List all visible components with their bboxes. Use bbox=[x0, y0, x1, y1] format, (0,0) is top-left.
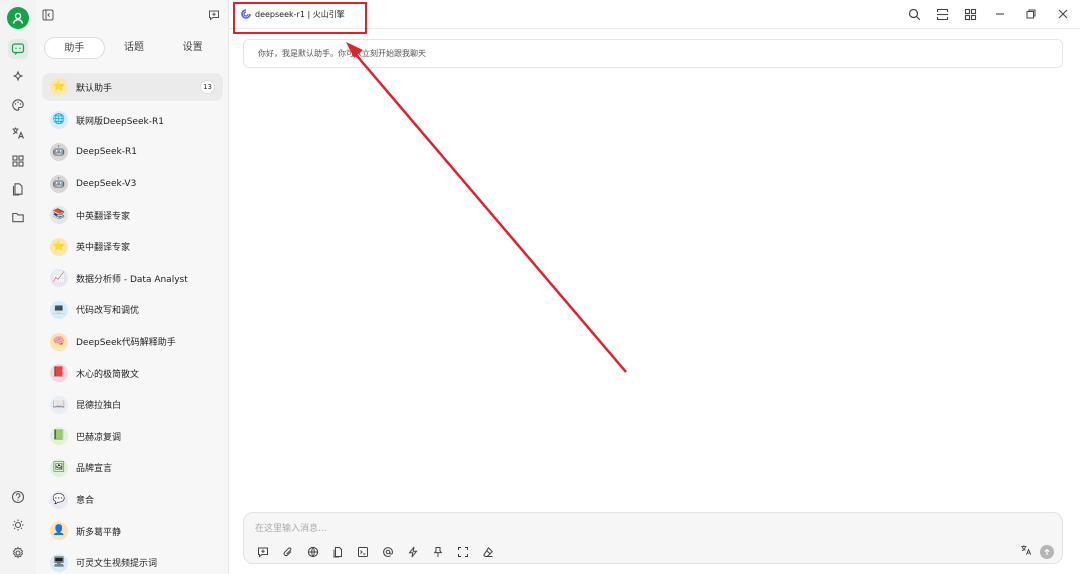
files-icon[interactable] bbox=[8, 179, 28, 199]
close-icon[interactable] bbox=[1055, 6, 1071, 22]
knowledge-base-icon[interactable] bbox=[329, 544, 347, 560]
restore-window-icon[interactable] bbox=[1023, 6, 1039, 22]
assistant-emoji-icon: 📈 bbox=[50, 269, 68, 288]
assistant-item[interactable]: ⭐ 默认助手 13 bbox=[42, 73, 223, 101]
mention-icon[interactable] bbox=[379, 544, 397, 560]
welcome-message: 你好，我是默认助手。你可以立刻开始跟我聊天 bbox=[243, 39, 1063, 68]
eraser-icon[interactable] bbox=[479, 544, 497, 560]
assistant-list: ⭐ 默认助手 13 🌐 联网版DeepSeek-R1 🤖 DeepSeek-R1 🤖 DeepS… bbox=[42, 73, 223, 574]
user-icon bbox=[12, 12, 24, 24]
message-input[interactable]: 在这里输入消息... bbox=[255, 521, 327, 534]
assistant-emoji-icon: 🌐 bbox=[50, 111, 68, 130]
tab-settings[interactable]: 设置 bbox=[163, 37, 222, 59]
assistant-name: 巴赫凉复调 bbox=[76, 432, 122, 443]
welcome-text: 你好，我是默认助手。你可以立刻开始跟我聊天 bbox=[258, 49, 426, 58]
assistant-name: DeepSeek-R1 bbox=[76, 146, 137, 157]
assistant-emoji-icon: 📚 bbox=[50, 206, 68, 225]
assistant-name: 联网版DeepSeek-R1 bbox=[76, 116, 164, 127]
new-topic-icon[interactable] bbox=[254, 544, 272, 560]
composer-right-actions bbox=[1020, 544, 1054, 559]
assistant-name: 斯多葛平静 bbox=[76, 527, 122, 538]
assistant-name: 默认助手 bbox=[76, 83, 113, 94]
assistant-item[interactable]: 📕 木心的极简散文 bbox=[42, 357, 223, 389]
assistant-item[interactable]: 📗 巴赫凉复调 bbox=[42, 421, 223, 453]
assistant-emoji-icon: 📕 bbox=[50, 364, 68, 383]
toggle-sidebar-icon[interactable] bbox=[39, 6, 57, 24]
sidebar-header bbox=[36, 0, 229, 29]
assistant-name: DeepSeek-V3 bbox=[76, 178, 137, 189]
folder-icon[interactable] bbox=[8, 207, 28, 227]
assistant-name: 可灵文生视频提示词 bbox=[76, 559, 158, 570]
annotation-highlight-box bbox=[233, 2, 367, 34]
assistant-name: 品牌宣言 bbox=[76, 464, 113, 475]
message-composer: 在这里输入消息... bbox=[243, 512, 1063, 564]
icon-rail bbox=[0, 0, 36, 574]
assistant-item[interactable]: 🖥 可灵文生视频提示词 bbox=[42, 547, 223, 574]
attachment-icon[interactable] bbox=[279, 544, 297, 560]
assistant-sidebar: 助手 话题 设置 ⭐ 默认助手 13 🌐 联网版DeepSeek-R1 🤖 DeepSeek… bbox=[36, 0, 229, 574]
assistant-item[interactable]: 💻 代码改写和调优 bbox=[42, 294, 223, 326]
web-search-icon[interactable] bbox=[304, 544, 322, 560]
search-icon[interactable] bbox=[906, 6, 922, 22]
assistant-emoji-icon: ⭐ bbox=[50, 78, 68, 96]
assistant-item[interactable]: 🤖 DeepSeek-V3 bbox=[42, 168, 223, 200]
send-button[interactable] bbox=[1040, 544, 1054, 559]
assistant-item[interactable]: 🤖 DeepSeek-R1 bbox=[42, 136, 223, 168]
quick-phrase-icon[interactable] bbox=[404, 544, 422, 560]
help-icon[interactable] bbox=[8, 487, 28, 507]
settings-gear-icon[interactable] bbox=[8, 543, 28, 563]
chat-nav-icon[interactable] bbox=[8, 39, 28, 59]
layout-toggle-icon[interactable] bbox=[934, 6, 950, 22]
apps-grid-icon[interactable] bbox=[8, 151, 28, 171]
assistant-name: 中英翻译专家 bbox=[76, 211, 131, 222]
fullscreen-icon[interactable] bbox=[454, 544, 472, 560]
assistant-item[interactable]: 📖 昆德拉独白 bbox=[42, 389, 223, 421]
user-avatar[interactable] bbox=[7, 7, 29, 29]
assistant-emoji-icon: 🤖 bbox=[50, 174, 68, 193]
arrow-up-icon bbox=[1044, 548, 1050, 555]
assistant-name: 意合 bbox=[76, 496, 95, 507]
assistant-emoji-icon: 📖 bbox=[50, 395, 68, 414]
assistant-emoji-icon: 🤖 bbox=[50, 142, 68, 161]
assistant-item[interactable]: ⭐ 英中翻译专家 bbox=[42, 231, 223, 263]
assistant-emoji-icon: ⭐ bbox=[50, 237, 68, 256]
assistant-emoji-icon: 💬 bbox=[50, 490, 68, 509]
theme-sun-icon[interactable] bbox=[8, 515, 28, 535]
palette-icon[interactable] bbox=[8, 95, 28, 115]
translate-icon[interactable] bbox=[1020, 544, 1032, 559]
assistant-name: 数据分析师 - Data Analyst bbox=[76, 274, 188, 285]
assistant-item[interactable]: 📈 数据分析师 - Data Analyst bbox=[42, 263, 223, 295]
new-topic-icon[interactable] bbox=[205, 6, 223, 24]
composer-toolbar bbox=[254, 544, 497, 560]
terminal-icon[interactable] bbox=[354, 544, 372, 560]
assistant-emoji-icon: 📗 bbox=[50, 427, 68, 446]
assistant-name: 木心的极简散文 bbox=[76, 369, 140, 380]
assistant-item[interactable]: 👤 斯多葛平静 bbox=[42, 515, 223, 547]
sparkle-icon[interactable] bbox=[8, 67, 28, 87]
assistant-name: 昆德拉独白 bbox=[76, 401, 122, 412]
topic-count-badge: 13 bbox=[200, 80, 215, 94]
pin-icon[interactable] bbox=[429, 544, 447, 560]
minimize-icon[interactable] bbox=[992, 6, 1008, 22]
assistant-item[interactable]: 📚 中英翻译专家 bbox=[42, 199, 223, 231]
assistant-emoji-icon: 💻 bbox=[50, 300, 68, 319]
assistant-item[interactable]: 🌐 联网版DeepSeek-R1 bbox=[42, 105, 223, 137]
tab-topics[interactable]: 话题 bbox=[105, 37, 164, 59]
translate-icon[interactable] bbox=[8, 123, 28, 143]
assistant-emoji-icon: 🖥 bbox=[50, 553, 68, 572]
assistant-name: DeepSeek代码解释助手 bbox=[76, 338, 176, 349]
assistant-name: 代码改写和调优 bbox=[76, 306, 140, 317]
assistant-item[interactable]: 💬 意合 bbox=[42, 484, 223, 516]
tab-assistants[interactable]: 助手 bbox=[44, 37, 105, 59]
assistant-item[interactable]: 🧠 DeepSeek代码解释助手 bbox=[42, 326, 223, 358]
assistant-name: 英中翻译专家 bbox=[76, 243, 131, 254]
assistant-item[interactable]: 🖼 品牌宣言 bbox=[42, 452, 223, 484]
assistant-emoji-icon: 👤 bbox=[50, 522, 68, 541]
sidebar-tabs: 助手 话题 设置 bbox=[44, 37, 222, 59]
assistant-emoji-icon: 🖼 bbox=[50, 458, 68, 477]
mini-apps-icon[interactable] bbox=[962, 6, 978, 22]
assistant-emoji-icon: 🧠 bbox=[50, 332, 68, 351]
